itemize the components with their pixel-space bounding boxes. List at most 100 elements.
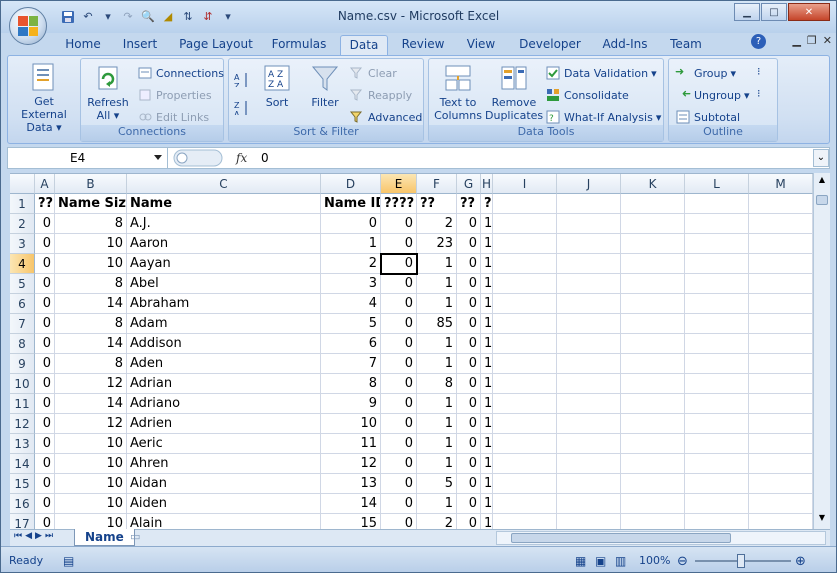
connections-button[interactable]: Connections <box>137 65 224 81</box>
column-header-m[interactable]: M <box>749 174 813 194</box>
tab-insert[interactable]: Insert <box>118 35 162 55</box>
table-cell[interactable]: 0 <box>457 434 481 454</box>
table-cell[interactable]: Adam <box>127 314 321 334</box>
table-cell[interactable]: 1 <box>481 374 493 394</box>
table-cell[interactable]: 1 <box>481 254 493 274</box>
row-header[interactable]: 11 <box>10 394 35 414</box>
row-header[interactable]: 7 <box>10 314 35 334</box>
table-cell[interactable] <box>685 434 749 454</box>
column-header-i[interactable]: I <box>493 174 557 194</box>
table-cell[interactable] <box>557 234 621 254</box>
table-cell[interactable]: 0 <box>457 454 481 474</box>
table-cell[interactable]: 0 <box>35 414 55 434</box>
row-header[interactable]: 15 <box>10 474 35 494</box>
column-header-f[interactable]: F <box>417 174 457 194</box>
table-cell[interactable]: Aidan <box>127 474 321 494</box>
table-cell[interactable] <box>749 474 813 494</box>
table-cell[interactable] <box>557 434 621 454</box>
table-cell[interactable]: Abraham <box>127 294 321 314</box>
header-cell[interactable]: Name Size <box>55 194 127 214</box>
table-cell[interactable] <box>621 474 685 494</box>
table-cell[interactable]: Adrien <box>127 414 321 434</box>
table-cell[interactable]: 1 <box>481 394 493 414</box>
table-cell[interactable]: Aden <box>127 354 321 374</box>
table-cell[interactable]: 1 <box>481 514 493 529</box>
header-cell[interactable]: ?? <box>417 194 457 214</box>
insert-sheet-icon[interactable]: ▭ <box>130 530 148 545</box>
row-header[interactable]: 4 <box>10 254 35 274</box>
table-cell[interactable]: 10 <box>55 254 127 274</box>
table-cell[interactable] <box>749 414 813 434</box>
table-cell[interactable]: 0 <box>457 374 481 394</box>
table-cell[interactable] <box>557 294 621 314</box>
table-cell[interactable]: 0 <box>381 234 417 254</box>
table-cell[interactable]: 3 <box>321 274 381 294</box>
table-cell[interactable] <box>621 314 685 334</box>
clear-button[interactable]: Clear <box>349 65 397 81</box>
table-cell[interactable] <box>749 394 813 414</box>
table-cell[interactable]: 0 <box>35 394 55 414</box>
table-cell[interactable]: Aaron <box>127 234 321 254</box>
table-cell[interactable]: 2 <box>417 514 457 529</box>
minimize-button[interactable]: ▁ <box>734 3 760 21</box>
table-cell[interactable] <box>749 334 813 354</box>
column-header-b[interactable]: B <box>55 174 127 194</box>
table-cell[interactable] <box>557 334 621 354</box>
table-cell[interactable] <box>749 494 813 514</box>
table-cell[interactable]: A.J. <box>127 214 321 234</box>
table-cell[interactable]: 10 <box>55 454 127 474</box>
expand-formula-bar-icon[interactable]: ⌄ <box>813 149 829 167</box>
page-layout-view-icon[interactable]: ▣ <box>595 554 606 568</box>
table-cell[interactable]: 0 <box>381 394 417 414</box>
row-header[interactable]: 5 <box>10 274 35 294</box>
table-cell[interactable] <box>493 474 557 494</box>
maximize-button[interactable]: □ <box>761 3 787 21</box>
table-cell[interactable]: 12 <box>55 374 127 394</box>
table-cell[interactable]: 1 <box>481 234 493 254</box>
table-cell[interactable]: Aayan <box>127 254 321 274</box>
table-cell[interactable]: 0 <box>381 514 417 529</box>
table-cell[interactable]: 0 <box>381 294 417 314</box>
row-header[interactable]: 2 <box>10 214 35 234</box>
table-cell[interactable] <box>749 274 813 294</box>
table-cell[interactable]: 10 <box>321 414 381 434</box>
tab-developer[interactable]: Developer <box>518 35 582 55</box>
table-cell[interactable] <box>749 354 813 374</box>
table-cell[interactable] <box>621 214 685 234</box>
table-cell[interactable]: 0 <box>381 214 417 234</box>
tab-team[interactable]: Team <box>667 35 705 55</box>
header-cell[interactable] <box>685 194 749 214</box>
header-cell[interactable] <box>749 194 813 214</box>
table-cell[interactable] <box>749 374 813 394</box>
table-cell[interactable]: 10 <box>55 434 127 454</box>
reapply-button[interactable]: Reapply <box>349 87 412 103</box>
table-cell[interactable] <box>493 454 557 474</box>
table-cell[interactable] <box>493 434 557 454</box>
table-cell[interactable]: 0 <box>35 354 55 374</box>
table-cell[interactable]: 1 <box>481 354 493 374</box>
table-cell[interactable]: Aeric <box>127 434 321 454</box>
table-cell[interactable]: 0 <box>381 314 417 334</box>
table-cell[interactable]: Adriano <box>127 394 321 414</box>
normal-view-icon[interactable]: ▦ <box>575 554 586 568</box>
table-cell[interactable]: 1 <box>481 214 493 234</box>
table-cell[interactable]: 0 <box>35 374 55 394</box>
page-break-view-icon[interactable]: ▥ <box>615 554 626 568</box>
table-cell[interactable]: 14 <box>55 334 127 354</box>
header-cell[interactable]: Name <box>127 194 321 214</box>
table-cell[interactable] <box>621 374 685 394</box>
table-cell[interactable] <box>749 294 813 314</box>
table-cell[interactable] <box>685 514 749 529</box>
zoom-out-icon[interactable]: ⊖ <box>677 554 688 569</box>
table-cell[interactable] <box>557 394 621 414</box>
table-cell[interactable] <box>685 414 749 434</box>
help-icon[interactable]: ? <box>751 34 766 49</box>
office-button[interactable] <box>9 7 47 45</box>
workbook-restore-icon[interactable]: ❐ <box>807 34 817 47</box>
table-cell[interactable]: 14 <box>55 294 127 314</box>
row-header[interactable]: 17 <box>10 514 35 529</box>
table-cell[interactable]: 1 <box>417 494 457 514</box>
table-cell[interactable]: 0 <box>321 214 381 234</box>
consolidate-button[interactable]: Consolidate <box>545 87 629 103</box>
table-cell[interactable]: 0 <box>457 294 481 314</box>
